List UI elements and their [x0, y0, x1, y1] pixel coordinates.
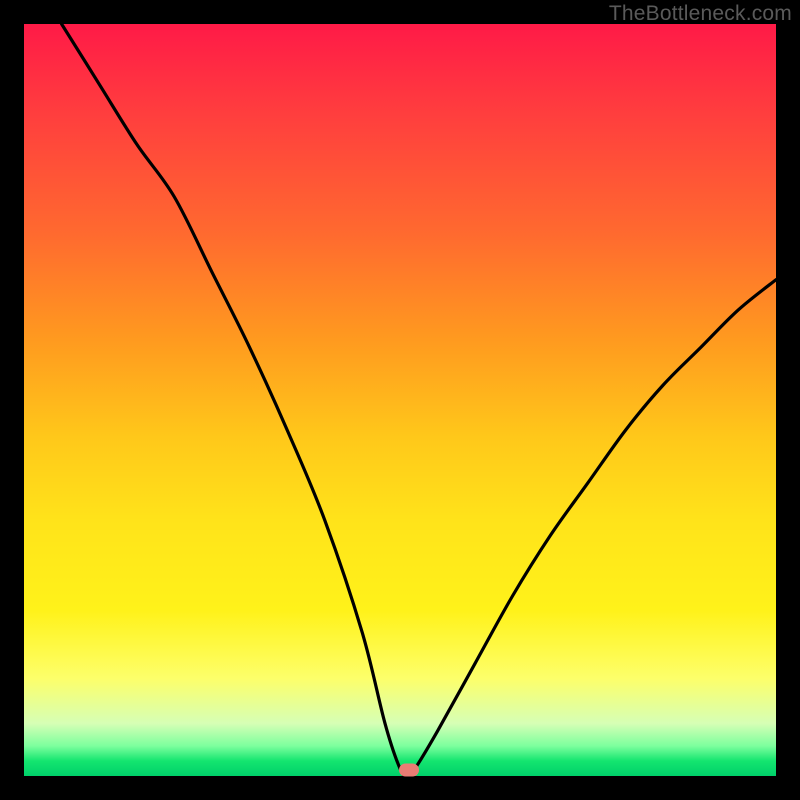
bottleneck-curve	[24, 24, 776, 776]
optimum-marker	[399, 763, 419, 776]
watermark-text: TheBottleneck.com	[609, 2, 792, 26]
chart-frame: TheBottleneck.com	[0, 0, 800, 800]
plot-area	[24, 24, 776, 776]
